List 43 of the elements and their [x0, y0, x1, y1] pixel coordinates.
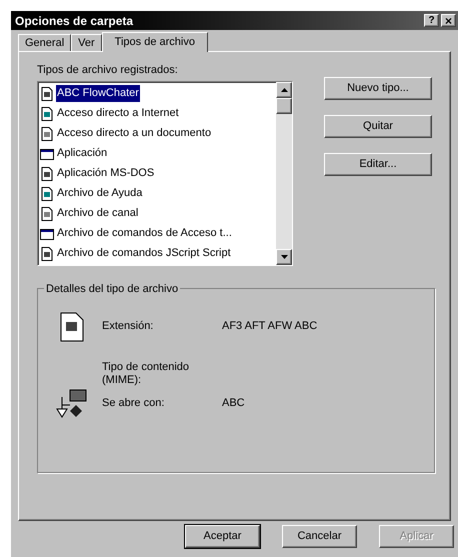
document-icon: [40, 166, 54, 180]
detail-value: AF3 AFT AFW ABC: [222, 319, 318, 334]
tab[interactable]: Ver: [71, 34, 102, 51]
document-icon: [40, 86, 54, 100]
window-icon: [40, 226, 54, 240]
window-title: Opciones de carpeta: [15, 12, 134, 30]
document-icon: [40, 206, 54, 220]
scrollbar[interactable]: [276, 82, 292, 264]
down-arrow-icon: [280, 254, 288, 258]
scroll-down-button[interactable]: [276, 248, 292, 264]
window-icon: [40, 146, 54, 160]
file-type-item[interactable]: Aplicación: [40, 144, 276, 164]
detail-value: ABC: [222, 396, 245, 412]
tab[interactable]: General: [18, 34, 72, 51]
document-icon: [40, 106, 54, 120]
dialog-button[interactable]: Aceptar: [185, 525, 260, 548]
file-type-item[interactable]: Acceso directo a un documento: [40, 124, 276, 144]
help-button[interactable]: ?: [424, 14, 439, 27]
document-icon: [60, 312, 84, 342]
action-button[interactable]: Nuevo tipo...: [324, 77, 432, 100]
close-button[interactable]: ×: [441, 14, 456, 27]
file-type-item[interactable]: Aplicación MS-DOS: [40, 164, 276, 184]
action-button[interactable]: Quitar: [324, 115, 432, 138]
tab[interactable]: Tipos de archivo: [102, 32, 208, 52]
document-icon: [40, 246, 54, 260]
up-arrow-icon: [280, 88, 288, 92]
list-label: Tipos de archivo registrados:: [37, 63, 179, 78]
file-type-item[interactable]: Archivo de Ayuda: [40, 184, 276, 204]
file-type-item[interactable]: Archivo de canal: [40, 204, 276, 224]
scroll-thumb[interactable]: [276, 98, 292, 114]
file-type-item[interactable]: Archivo de comandos JScript Script: [40, 244, 276, 264]
document-icon: [40, 126, 54, 140]
file-type-item[interactable]: Archivo de comandos de Acceso t...: [40, 224, 276, 244]
detail-label: Extensión:: [102, 320, 154, 333]
file-type-item[interactable]: ABC FlowChater: [40, 84, 276, 104]
document-icon: [40, 186, 54, 200]
detail-label: Tipo de contenido (MIME):: [102, 360, 190, 386]
file-type-item[interactable]: Acceso directo a Internet: [40, 104, 276, 124]
action-button[interactable]: Editar...: [324, 153, 432, 176]
detail-label: Se abre con:: [102, 397, 166, 410]
scroll-up-button[interactable]: [276, 82, 292, 98]
flowchart-icon: [56, 388, 88, 418]
dialog-button[interactable]: Cancelar: [282, 525, 357, 548]
